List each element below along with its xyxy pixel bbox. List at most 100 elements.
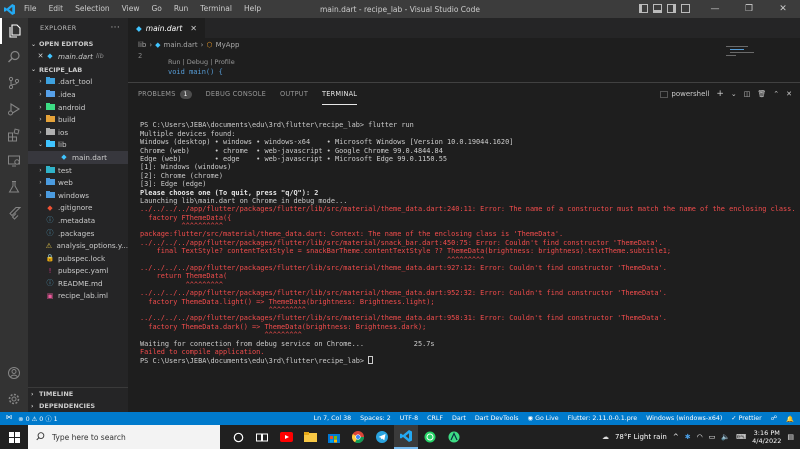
volume-icon[interactable]: 🔈 (721, 433, 730, 441)
breadcrumb-item[interactable]: MyApp (216, 41, 240, 49)
toggle-sidebar-icon[interactable] (639, 4, 648, 13)
go-live-button[interactable]: ◉ Go Live (528, 415, 559, 423)
search-icon[interactable] (0, 44, 28, 70)
file-tree-item[interactable]: ◆ main.dart (28, 151, 128, 164)
windows-start-icon[interactable] (0, 425, 28, 449)
breadcrumb-item[interactable]: lib (138, 41, 146, 49)
close-icon[interactable]: ✕ (766, 0, 800, 18)
file-tree-item[interactable]: ⓘ README.md (28, 277, 128, 290)
file-tree-item[interactable]: › web (28, 176, 128, 189)
open-editors-section[interactable]: ⌄ OPEN EDITORS (28, 38, 128, 50)
more-actions-icon[interactable]: ··· (111, 23, 120, 33)
split-terminal-icon[interactable]: ◫ (744, 90, 751, 98)
project-section[interactable]: ⌄ RECIPE_LAB (28, 64, 128, 76)
code-view[interactable]: 2 Run | Debug | Profile void main() { (128, 52, 800, 82)
testing-icon[interactable] (0, 174, 28, 200)
flutter-outline-icon[interactable] (0, 200, 28, 226)
menu-selection[interactable]: Selection (69, 0, 116, 18)
tab-debug-console[interactable]: DEBUG CONSOLE (206, 83, 266, 105)
dart-devtools[interactable]: Dart DevTools (475, 415, 519, 423)
weather-icon[interactable]: ☁ (602, 433, 609, 441)
indentation[interactable]: Spaces: 2 (360, 415, 391, 423)
chevron-down-icon[interactable]: ⌄ (731, 90, 737, 98)
dependencies-section[interactable]: › DEPENDENCIES (28, 400, 128, 412)
feedback-icon[interactable]: ☍ (771, 415, 777, 423)
chevron-up-icon[interactable]: ⌃ (773, 90, 779, 98)
close-icon[interactable]: ✕ (36, 52, 45, 60)
toggle-panel-icon[interactable] (653, 4, 662, 13)
extensions-icon[interactable] (0, 122, 28, 148)
file-tree-item[interactable]: › test (28, 164, 128, 177)
store-icon[interactable] (322, 425, 346, 449)
language-icon[interactable]: ⌨ (736, 433, 746, 441)
timeline-section[interactable]: › TIMELINE (28, 388, 128, 400)
codelens-run-debug[interactable]: Run | Debug | Profile (168, 58, 235, 66)
file-tree-item[interactable]: › windows (28, 189, 128, 202)
explorer-icon[interactable] (0, 18, 28, 44)
file-tree-item[interactable]: › android (28, 101, 128, 114)
clock[interactable]: 3:16 PM 4/4/2022 (752, 429, 781, 445)
vscode-taskbar-icon[interactable] (394, 425, 418, 449)
file-tree-item[interactable]: 🔒 pubspec.lock (28, 252, 128, 265)
file-explorer-icon[interactable] (298, 425, 322, 449)
end-of-line[interactable]: CRLF (427, 415, 443, 423)
minimize-icon[interactable]: — (698, 0, 732, 18)
file-tree-item[interactable]: ⚠ analysis_options.y... (28, 239, 128, 252)
toggle-secondary-sidebar-icon[interactable] (667, 4, 676, 13)
restore-icon[interactable]: ❐ (732, 0, 766, 18)
battery-icon[interactable]: ▭ (709, 433, 716, 441)
taskbar-search[interactable]: Type here to search (28, 425, 220, 449)
menu-view[interactable]: View (116, 0, 146, 18)
device-selector[interactable]: Windows (windows-x64) (646, 415, 722, 423)
menu-run[interactable]: Run (168, 0, 194, 18)
file-tree-item[interactable]: ⓘ .packages (28, 227, 128, 240)
terminal-selector[interactable]: powershell (660, 90, 709, 98)
accounts-icon[interactable] (0, 360, 28, 386)
task-view-icon[interactable] (250, 425, 274, 449)
tab-main-dart[interactable]: ◆ main.dart ✕ (128, 18, 205, 38)
file-tree-item[interactable]: ! pubspec.yaml (28, 265, 128, 278)
file-tree-item[interactable]: ⓘ .metadata (28, 214, 128, 227)
bluetooth-icon[interactable]: ✱ (685, 433, 691, 441)
prettier-status[interactable]: ✓ Prettier (731, 415, 761, 423)
language-mode[interactable]: Dart (452, 415, 466, 423)
file-tree-item[interactable]: ◆ .gitignore (28, 202, 128, 215)
cortana-icon[interactable] (226, 425, 250, 449)
menu-help[interactable]: Help (238, 0, 267, 18)
open-editor-item[interactable]: ✕ ◆ main.dart lib (28, 50, 128, 63)
file-tree-item[interactable]: › .dart_tool (28, 76, 128, 89)
notification-center-icon[interactable]: ▤ (787, 433, 794, 441)
minimap[interactable] (726, 38, 786, 82)
remote-explorer-icon[interactable] (0, 148, 28, 174)
chevron-up-icon[interactable]: ^ (673, 433, 679, 441)
weather-text[interactable]: 78°F Light rain (615, 433, 667, 441)
network-icon[interactable]: ◠ (697, 433, 703, 441)
settings-gear-icon[interactable] (0, 386, 28, 412)
cursor-position[interactable]: Ln 7, Col 38 (314, 415, 352, 423)
source-control-icon[interactable] (0, 70, 28, 96)
chrome-icon[interactable] (346, 425, 370, 449)
problems-status[interactable]: ⊗ 0 ⚠ 0 ⓘ 1 (18, 414, 57, 423)
file-tree-item[interactable]: ▣ recipe_lab.iml (28, 290, 128, 303)
flutter-version[interactable]: Flutter: 2.11.0-0.1.pre (568, 415, 637, 423)
new-terminal-icon[interactable]: + (716, 89, 724, 99)
terminal-output[interactable]: PS C:\Users\JEBA\documents\edu\3rd\flutt… (140, 113, 796, 364)
run-debug-icon[interactable] (0, 96, 28, 122)
file-tree-item[interactable]: › ios (28, 126, 128, 139)
whatsapp-icon[interactable] (418, 425, 442, 449)
tab-problems[interactable]: PROBLEMS 1 (138, 83, 192, 105)
notifications-bell-icon[interactable]: 🔔 (786, 415, 794, 423)
tab-terminal[interactable]: TERMINAL (322, 83, 358, 105)
menu-terminal[interactable]: Terminal (194, 0, 238, 18)
telegram-icon[interactable] (370, 425, 394, 449)
remote-icon[interactable]: ⋈ (6, 414, 12, 423)
trash-icon[interactable]: 🗑 (757, 90, 766, 98)
android-studio-icon[interactable] (442, 425, 466, 449)
menu-edit[interactable]: Edit (43, 0, 70, 18)
file-tree-item[interactable]: › .idea (28, 88, 128, 101)
customize-layout-icon[interactable] (681, 4, 690, 13)
encoding[interactable]: UTF-8 (400, 415, 418, 423)
youtube-icon[interactable] (274, 425, 298, 449)
menu-file[interactable]: File (18, 0, 43, 18)
tab-output[interactable]: OUTPUT (280, 83, 308, 105)
